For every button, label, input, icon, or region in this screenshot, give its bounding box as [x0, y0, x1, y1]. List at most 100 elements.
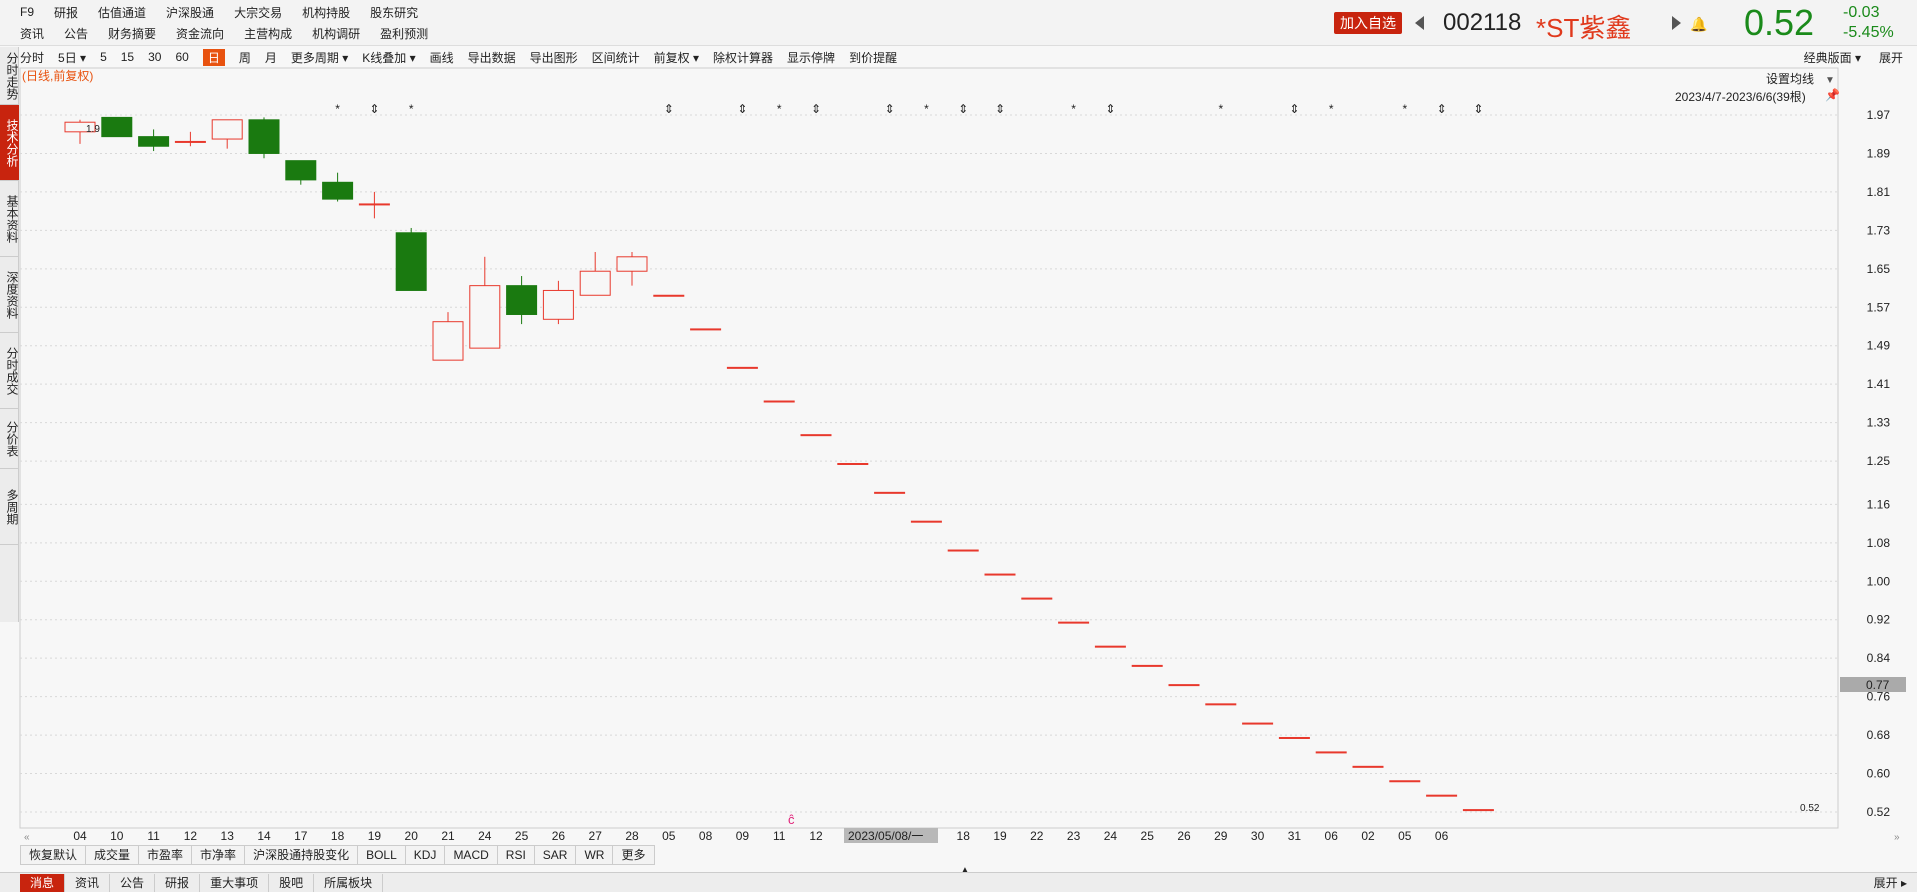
footer-tab-major-events[interactable]: 重大事项	[200, 873, 270, 892]
candle-body	[763, 400, 795, 403]
y-tick-label: 1.81	[1867, 185, 1891, 199]
y-tick-label: 1.00	[1867, 574, 1891, 588]
tab-pb[interactable]: 市净率	[192, 845, 246, 865]
candle-body	[1352, 765, 1384, 768]
x-tick-label: 22	[1030, 829, 1044, 843]
y-tick-label: 1.41	[1867, 377, 1891, 391]
x-tick-label: 26	[552, 829, 566, 843]
candle-body	[947, 549, 979, 552]
tab-volume[interactable]: 成交量	[86, 845, 140, 865]
footer-tab-announcements[interactable]: 公告	[110, 873, 156, 892]
candlestick-chart[interactable]: 1.97 1.89 1.81 1.73 1.65 1.57 1.49 1.41 1.33 1.25…	[0, 0, 1917, 892]
y-tick-label: 0.68	[1867, 728, 1891, 742]
candle-body	[138, 136, 170, 147]
candle-body	[690, 328, 722, 331]
y-tick-label: 0.60	[1867, 767, 1891, 781]
x-tick-label: 20	[405, 829, 419, 843]
x-tick-label: 05	[1398, 829, 1412, 843]
footer-bar: 消息 资讯 公告 研报 重大事项 股吧 所属板块	[0, 872, 1917, 892]
x-tick-label: 02	[1361, 829, 1375, 843]
high-price-label: 1.9	[86, 124, 100, 135]
x-tick-label: 25	[1141, 829, 1155, 843]
event-marker: *	[409, 102, 414, 116]
tab-sar[interactable]: SAR	[534, 845, 577, 865]
event-marker: ⇕	[1105, 102, 1115, 116]
x-tick-label: 17	[294, 829, 308, 843]
tab-kdj[interactable]: KDJ	[405, 845, 446, 865]
y-tick-label: 1.73	[1867, 223, 1891, 237]
candle-body	[395, 232, 427, 291]
x-tick-label: 10	[110, 829, 124, 843]
ma-setting-label[interactable]: 设置均线	[1766, 72, 1814, 86]
candle-body	[726, 366, 758, 369]
y-tick-label: 1.65	[1867, 262, 1891, 276]
event-marker: *	[335, 102, 340, 116]
date-range-label: 2023/4/7-2023/6/6(39根)	[1675, 90, 1806, 104]
candle-body	[1094, 645, 1126, 648]
event-marker: ⇕	[995, 102, 1005, 116]
pin-icon[interactable]: 📌	[1825, 87, 1840, 102]
candle-body	[542, 289, 574, 320]
event-marker: ⇕	[664, 102, 674, 116]
indicator-tabs: 恢复默认 成交量 市盈率 市净率 沪深股通持股变化 BOLL KDJ MACD …	[20, 845, 655, 865]
tab-boll[interactable]: BOLL	[358, 845, 406, 865]
x-tick-label: 05	[662, 829, 676, 843]
last-price-label: 0.52	[1800, 803, 1820, 814]
chart-mode-label: (日线,前复权)	[22, 68, 93, 83]
tab-pe[interactable]: 市盈率	[139, 845, 193, 865]
x-tick-label: 06	[1325, 829, 1339, 843]
x-tick-label: 29	[1214, 829, 1228, 843]
event-marker: ⇕	[811, 102, 821, 116]
y-tick-label: 1.08	[1867, 536, 1891, 550]
event-marker: *	[1402, 102, 1407, 116]
candle-body	[837, 463, 869, 465]
tab-macd[interactable]: MACD	[445, 845, 498, 865]
y-tick-label: 1.33	[1867, 416, 1891, 430]
footer-tab-research[interactable]: 研报	[155, 873, 201, 892]
x-tick-label: 18	[331, 829, 345, 843]
candle-body	[1058, 621, 1090, 624]
candle-body	[322, 181, 354, 200]
candle-body	[1131, 664, 1163, 667]
x-tick-label: 12	[184, 829, 198, 843]
event-marker-icon[interactable]: ĉ	[788, 812, 795, 827]
y-tick-label: 1.49	[1867, 339, 1891, 353]
x-tick-label: 04	[73, 829, 87, 843]
footer-expand-button[interactable]: 展开 ▸	[1874, 874, 1907, 891]
tab-connect-holding[interactable]: 沪深股通持股变化	[245, 845, 359, 865]
candle-body	[1315, 751, 1347, 754]
tab-more[interactable]: 更多	[613, 845, 655, 865]
candle-body	[1278, 736, 1310, 739]
candle-body	[211, 119, 243, 140]
scroll-left-icon[interactable]: «	[24, 832, 30, 843]
y-tick-label: 0.84	[1867, 651, 1891, 665]
tab-rsi[interactable]: RSI	[497, 845, 535, 865]
y-tick-label: 1.89	[1867, 146, 1891, 160]
footer-tab-sectors[interactable]: 所属板块	[314, 873, 384, 892]
candle-body	[579, 270, 611, 296]
footer-tab-messages[interactable]: 消息	[20, 873, 66, 892]
event-marker: *	[924, 102, 929, 116]
y-tick-label: 1.16	[1867, 497, 1891, 511]
footer-tab-forum[interactable]: 股吧	[269, 873, 315, 892]
event-marker: ⇕	[958, 102, 968, 116]
candle-body	[174, 140, 206, 143]
candle-body	[616, 256, 648, 272]
candle-body	[910, 520, 942, 523]
ma-setting-dropdown-icon[interactable]: ▼	[1825, 75, 1835, 86]
footer-tab-news[interactable]: 资讯	[65, 873, 111, 892]
x-tick-label: 24	[1104, 829, 1118, 843]
scroll-right-icon[interactable]: »	[1894, 832, 1900, 843]
candle-body	[358, 203, 390, 206]
candle-body	[1021, 597, 1053, 600]
candle-body	[432, 321, 464, 361]
candle-body	[800, 434, 832, 437]
x-tick-label: 28	[625, 829, 639, 843]
tab-wr[interactable]: WR	[576, 845, 614, 865]
tab-restore-default[interactable]: 恢复默认	[20, 845, 87, 865]
x-tick-label: 09	[736, 829, 750, 843]
x-tick-label: 06	[1435, 829, 1449, 843]
event-marker: ⇕	[1437, 102, 1447, 116]
event-marker: ⇕	[1473, 102, 1483, 116]
y-tick-label: 1.97	[1867, 108, 1891, 122]
